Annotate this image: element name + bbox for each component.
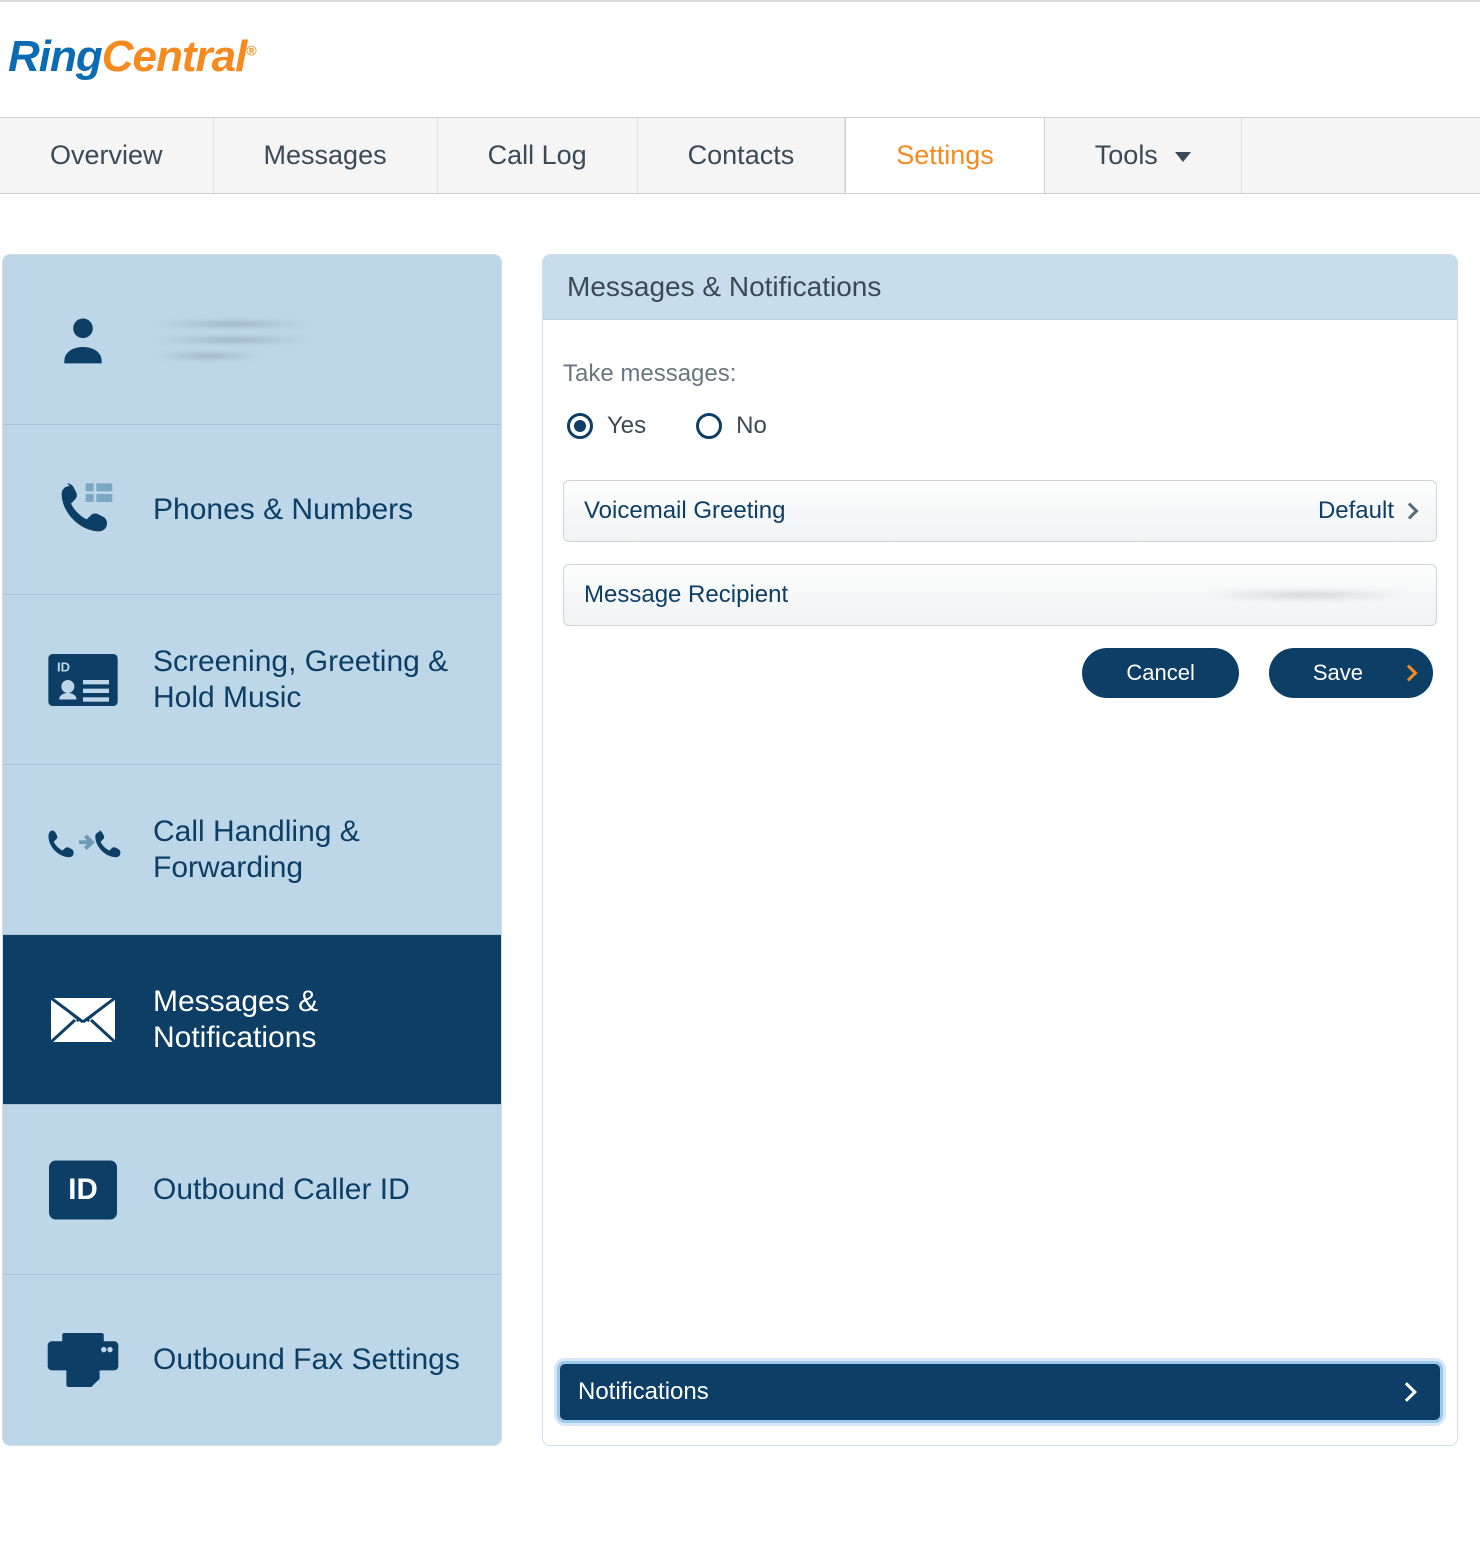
tab-calllog[interactable]: Call Log [438,118,638,193]
content-area: Phones & Numbers ID Screening, Greeting … [0,194,1480,1446]
chevron-right-icon [1401,665,1418,682]
save-button-label: Save [1313,660,1363,686]
take-messages-radio-group: Yes No [563,412,1437,440]
save-button[interactable]: Save [1269,648,1433,698]
sidebar-item-callerid[interactable]: ID Outbound Caller ID [3,1105,501,1275]
tab-overview[interactable]: Overview [0,118,214,193]
sidebar-item-label: Outbound Fax Settings [133,1342,471,1378]
notifications-label: Notifications [578,1378,709,1406]
brand-logo: RingCentral® [8,32,256,81]
sidebar-item-label: Outbound Caller ID [133,1172,471,1208]
voicemail-greeting-value-wrap: Default [1318,497,1416,525]
message-recipient-label: Message Recipient [584,581,788,609]
radio-yes-label: Yes [607,412,646,440]
sidebar-item-label: Screening, Greeting & Hold Music [133,644,471,716]
voicemail-greeting-label: Voicemail Greeting [584,497,785,525]
panel-title: Messages & Notifications [543,255,1457,320]
chevron-down-icon [1175,152,1191,162]
sidebar-item-phones[interactable]: Phones & Numbers [3,425,501,595]
user-name-redacted [133,313,471,367]
main-panel: Messages & Notifications Take messages: … [542,254,1458,1446]
chevron-right-icon [1402,503,1419,520]
radio-no[interactable]: No [696,412,767,440]
sidebar-item-callhandling[interactable]: Call Handling & Forwarding [3,765,501,935]
message-recipient-redacted [1196,588,1416,602]
panel-body: Take messages: Yes No Voicemail Greeting… [543,320,1457,1345]
action-buttons: Cancel Save [563,648,1437,698]
tab-tools-label: Tools [1095,140,1158,170]
id-card-icon: ID [33,654,133,706]
call-forward-icon [33,823,133,877]
chevron-right-icon [1397,1382,1417,1402]
radio-icon [567,413,593,439]
sidebar-item-label: Call Handling & Forwarding [133,814,471,886]
radio-no-label: No [736,412,767,440]
voicemail-greeting-row[interactable]: Voicemail Greeting Default [563,480,1437,542]
tab-contacts[interactable]: Contacts [638,118,846,193]
logo-bar: RingCentral® [0,2,1480,117]
cancel-button-label: Cancel [1126,660,1194,686]
voicemail-greeting-value: Default [1318,497,1394,525]
envelope-icon [33,998,133,1042]
brand-reg: ® [246,42,255,58]
sidebar-item-screening[interactable]: ID Screening, Greeting & Hold Music [3,595,501,765]
notifications-bar[interactable]: Notifications [557,1361,1443,1423]
fax-icon [33,1333,133,1387]
main-tabs: Overview Messages Call Log Contacts Sett… [0,117,1480,194]
sidebar-item-label: Messages & Notifications [133,984,471,1056]
brand-part2: Central [102,32,247,81]
sidebar-item-fax[interactable]: Outbound Fax Settings [3,1275,501,1445]
settings-sidebar: Phones & Numbers ID Screening, Greeting … [2,254,502,1446]
phone-icon [33,478,133,542]
sidebar-item-label: Phones & Numbers [133,492,471,528]
svg-text:ID: ID [57,659,70,674]
radio-yes[interactable]: Yes [567,412,646,440]
tab-messages[interactable]: Messages [214,118,438,193]
cancel-button[interactable]: Cancel [1082,648,1238,698]
take-messages-label: Take messages: [563,360,1437,388]
sidebar-item-messages[interactable]: Messages & Notifications [3,935,501,1105]
user-icon [33,312,133,368]
tab-tools[interactable]: Tools [1045,118,1243,193]
panel-footer: Notifications [543,1345,1457,1445]
tab-settings[interactable]: Settings [845,118,1045,193]
radio-icon [696,413,722,439]
sidebar-item-user[interactable] [3,255,501,425]
id-badge-icon: ID [33,1160,133,1220]
svg-text:ID: ID [68,1173,97,1206]
brand-part1: Ring [8,32,102,81]
message-recipient-value-wrap [1196,588,1416,602]
message-recipient-row[interactable]: Message Recipient [563,564,1437,626]
